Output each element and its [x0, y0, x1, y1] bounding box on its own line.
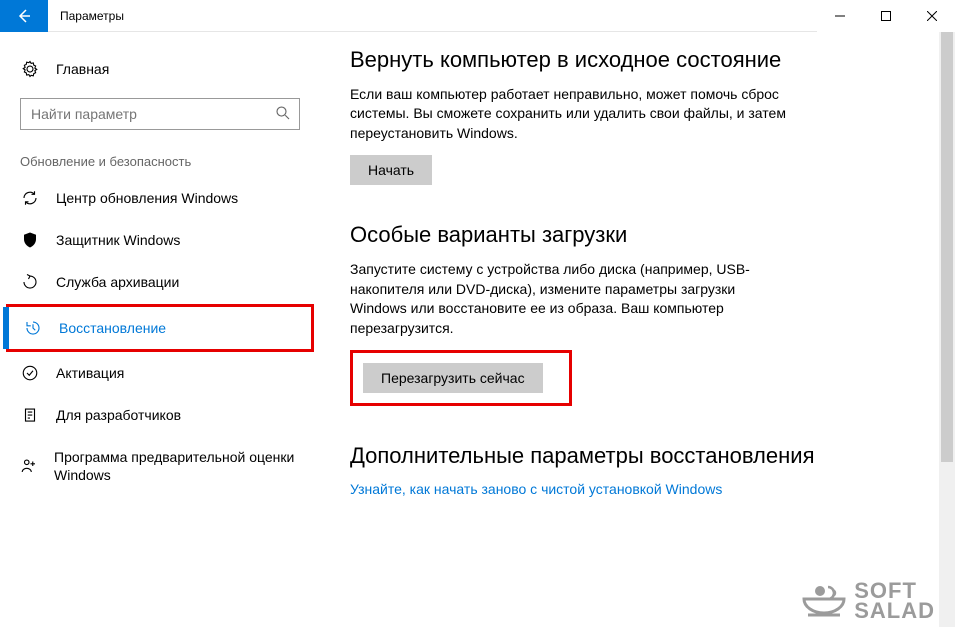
- sidebar-item-label: Восстановление: [59, 319, 166, 337]
- sidebar-item-label: Центр обновления Windows: [56, 189, 238, 207]
- section-body: Запустите систему с устройства либо диск…: [350, 260, 790, 338]
- developer-icon: [20, 406, 40, 424]
- shield-icon: [20, 231, 40, 249]
- window-controls: [817, 0, 955, 32]
- selection-accent-bar: [3, 307, 9, 349]
- sync-icon: [20, 189, 40, 207]
- content-area: Главная Обновление и безопасность Центр …: [0, 32, 955, 627]
- sidebar-item-developers[interactable]: Для разработчиков: [0, 394, 320, 436]
- watermark-line2: SALAD: [854, 601, 935, 621]
- watermark: SOFT SALAD: [802, 581, 935, 621]
- section-more-recovery: Дополнительные параметры восстановления …: [350, 442, 925, 499]
- minimize-button[interactable]: [817, 0, 863, 32]
- window-title: Параметры: [60, 9, 124, 23]
- arrow-left-icon: [16, 8, 32, 24]
- search-icon: [274, 104, 292, 127]
- sidebar-home[interactable]: Главная: [0, 52, 320, 86]
- sidebar-item-backup[interactable]: Служба архивации: [0, 261, 320, 303]
- backup-arrow-icon: [20, 273, 40, 291]
- section-advanced-startup: Особые варианты загрузки Запустите систе…: [350, 221, 925, 406]
- section-heading: Особые варианты загрузки: [350, 221, 925, 250]
- sidebar-item-label: Служба архивации: [56, 273, 179, 291]
- back-button[interactable]: [0, 0, 48, 32]
- section-reset-pc: Вернуть компьютер в исходное состояние Е…: [350, 46, 925, 185]
- insider-icon: [20, 457, 38, 475]
- sidebar: Главная Обновление и безопасность Центр …: [0, 32, 320, 627]
- reset-start-button[interactable]: Начать: [350, 155, 432, 185]
- sidebar-item-label: Активация: [56, 364, 124, 382]
- check-circle-icon: [20, 364, 40, 382]
- scrollbar[interactable]: [939, 32, 955, 627]
- restart-now-button[interactable]: Перезагрузить сейчас: [363, 363, 543, 393]
- section-heading: Вернуть компьютер в исходное состояние: [350, 46, 925, 75]
- watermark-bowl-icon: [802, 581, 846, 621]
- section-heading: Дополнительные параметры восстановления: [350, 442, 925, 471]
- titlebar: Параметры: [0, 0, 955, 32]
- history-icon: [23, 319, 43, 337]
- sidebar-item-defender[interactable]: Защитник Windows: [0, 219, 320, 261]
- sidebar-item-insider[interactable]: Программа предварительной оценки Windows: [0, 436, 320, 496]
- sidebar-item-recovery[interactable]: Восстановление: [6, 304, 314, 352]
- gear-icon: [20, 60, 40, 78]
- sidebar-home-label: Главная: [56, 61, 109, 77]
- sidebar-section-label: Обновление и безопасность: [0, 146, 320, 177]
- main-panel: Вернуть компьютер в исходное состояние Е…: [320, 32, 955, 627]
- scroll-thumb[interactable]: [941, 32, 953, 462]
- highlight-box: Перезагрузить сейчас: [350, 350, 572, 406]
- search-container: [20, 98, 300, 130]
- close-button[interactable]: [909, 0, 955, 32]
- sidebar-item-windows-update[interactable]: Центр обновления Windows: [0, 177, 320, 219]
- watermark-text: SOFT SALAD: [854, 581, 935, 621]
- fresh-start-link[interactable]: Узнайте, как начать заново с чистой уста…: [350, 481, 722, 497]
- sidebar-item-label: Программа предварительной оценки Windows: [54, 448, 300, 484]
- sidebar-item-activation[interactable]: Активация: [0, 352, 320, 394]
- section-body: Если ваш компьютер работает неправильно,…: [350, 85, 790, 144]
- search-input[interactable]: [20, 98, 300, 130]
- sidebar-item-label: Защитник Windows: [56, 231, 180, 249]
- maximize-button[interactable]: [863, 0, 909, 32]
- sidebar-item-label: Для разработчиков: [56, 406, 181, 424]
